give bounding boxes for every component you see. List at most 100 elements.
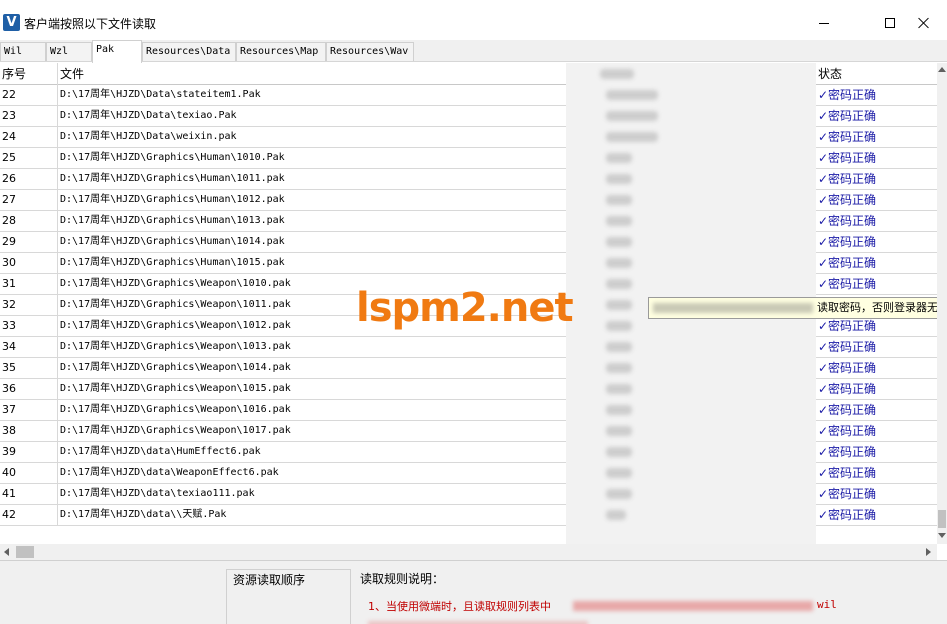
- redacted-cell: [606, 216, 632, 226]
- row-seq: 25: [0, 148, 58, 168]
- tab-wzl[interactable]: Wzl: [46, 42, 92, 61]
- redacted-cell: [606, 363, 632, 373]
- row-file: D:\17周年\HJZD\data\WeaponEffect6.pak: [60, 467, 279, 478]
- row-file: D:\17周年\HJZD\Data\stateitem1.Pak: [60, 89, 261, 100]
- redacted-cell: [606, 111, 658, 121]
- row-seq: 40: [0, 463, 58, 483]
- tab-resources-wav[interactable]: Resources\Wav: [326, 42, 414, 61]
- row-seq: 36: [0, 379, 58, 399]
- row-status: ✓密码正确: [815, 106, 937, 126]
- row-file: D:\17周年\HJZD\Graphics\Human\1010.Pak: [60, 152, 285, 163]
- redacted-cell: [606, 384, 632, 394]
- row-file: D:\17周年\HJZD\Graphics\Human\1013.pak: [60, 215, 285, 226]
- row-file: D:\17周年\HJZD\Data\weixin.pak: [60, 131, 237, 142]
- redacted-cell: [606, 426, 632, 436]
- minimize-icon: [819, 22, 829, 24]
- rule-line-1: 1、当使用微端时，且读取规则列表中: [368, 600, 551, 613]
- vertical-scrollbar[interactable]: [937, 63, 947, 544]
- row-status: ✓密码正确: [815, 253, 937, 273]
- redacted-cell: [606, 342, 632, 352]
- row-file: D:\17周年\HJZD\Graphics\Human\1012.pak: [60, 194, 285, 205]
- close-button[interactable]: [901, 6, 947, 40]
- bottom-panel: 资源读取顺序 读取规则说明： 1、当使用微端时，且读取规则列表中 wil: [0, 560, 947, 624]
- row-status: ✓密码正确: [815, 379, 937, 399]
- row-file: D:\17周年\HJZD\data\HumEffect6.pak: [60, 446, 261, 457]
- scroll-up-icon[interactable]: [938, 67, 946, 72]
- row-seq: 28: [0, 211, 58, 231]
- row-status: ✓密码正确: [815, 505, 937, 525]
- row-seq: 38: [0, 421, 58, 441]
- close-icon: [918, 17, 930, 29]
- window-title: 客户端按照以下文件读取: [24, 17, 157, 31]
- row-seq: 34: [0, 337, 58, 357]
- tab-resources-map[interactable]: Resources\Map: [236, 42, 326, 61]
- row-status: ✓密码正确: [815, 274, 937, 294]
- row-seq: 24: [0, 127, 58, 147]
- row-seq: 30: [0, 253, 58, 273]
- redacted-cell: [606, 510, 626, 520]
- minimize-button[interactable]: [801, 6, 847, 40]
- tab-wil[interactable]: Wil: [0, 42, 46, 61]
- row-seq: 35: [0, 358, 58, 378]
- row-status: ✓密码正确: [815, 400, 937, 420]
- row-status: ✓密码正确: [815, 484, 937, 504]
- row-file: D:\17周年\HJZD\Graphics\Human\1014.pak: [60, 236, 285, 247]
- tab-pak[interactable]: Pak: [92, 40, 142, 63]
- row-seq: 29: [0, 232, 58, 252]
- redacted-cell: [606, 489, 632, 499]
- horizontal-scrollbar[interactable]: [0, 544, 937, 560]
- row-file: D:\17周年\HJZD\Graphics\Weapon\1016.pak: [60, 404, 291, 415]
- row-file: D:\17周年\HJZD\Graphics\Weapon\1014.pak: [60, 362, 291, 373]
- row-status: ✓密码正确: [815, 442, 937, 462]
- row-seq: 41: [0, 484, 58, 504]
- maximize-icon: [885, 18, 895, 28]
- scroll-down-icon[interactable]: [938, 533, 946, 538]
- column-header-status[interactable]: 状态: [815, 63, 937, 85]
- redacted-cell: [606, 258, 632, 268]
- redacted-cell: [606, 447, 632, 457]
- redacted-cell: [606, 279, 632, 289]
- column-header-file[interactable]: 文件: [58, 63, 565, 85]
- tab-resources-data[interactable]: Resources\Data: [142, 42, 236, 61]
- title-bar: V 客户端按照以下文件读取: [0, 0, 947, 40]
- redacted-cell: [606, 300, 632, 310]
- redacted-header: [600, 69, 634, 79]
- row-file: D:\17周年\HJZD\Graphics\Weapon\1017.pak: [60, 425, 291, 436]
- row-seq: 31: [0, 274, 58, 294]
- redacted-cell: [606, 321, 632, 331]
- scroll-left-icon[interactable]: [4, 548, 9, 556]
- row-status: ✓密码正确: [815, 463, 937, 483]
- row-status: ✓密码正确: [815, 127, 937, 147]
- app-logo-icon: V: [3, 14, 20, 31]
- vertical-scroll-thumb[interactable]: [938, 510, 946, 528]
- redacted-cell: [606, 90, 658, 100]
- row-seq: 39: [0, 442, 58, 462]
- tooltip: 读取密码，否则登录器无法: [648, 297, 947, 319]
- redacted-cell: [606, 153, 632, 163]
- row-file: D:\17周年\HJZD\data\texiao111.pak: [60, 488, 255, 499]
- row-seq: 42: [0, 505, 58, 525]
- rules-label: 读取规则说明：: [360, 572, 445, 586]
- resource-order-box[interactable]: 资源读取顺序: [226, 569, 351, 624]
- tab-bar: Wil Wzl Pak Resources\Data Resources\Map…: [0, 40, 947, 63]
- row-seq: 26: [0, 169, 58, 189]
- row-status: ✓密码正确: [815, 148, 937, 168]
- row-seq: 23: [0, 106, 58, 126]
- row-status: ✓密码正确: [815, 211, 937, 231]
- redacted-cell: [606, 132, 658, 142]
- row-status: ✓密码正确: [815, 232, 937, 252]
- redacted-cell: [606, 237, 632, 247]
- redacted-cell: [606, 174, 632, 184]
- row-file: D:\17周年\HJZD\Graphics\Weapon\1015.pak: [60, 383, 291, 394]
- horizontal-scroll-thumb[interactable]: [16, 546, 34, 558]
- scroll-right-icon[interactable]: [926, 548, 931, 556]
- rule-redacted: [573, 601, 813, 611]
- row-seq: 22: [0, 85, 58, 105]
- tooltip-redacted: [653, 303, 813, 313]
- row-status: ✓密码正确: [815, 316, 937, 336]
- column-header-seq[interactable]: 序号: [0, 63, 58, 85]
- redacted-cell: [606, 405, 632, 415]
- row-file: D:\17周年\HJZD\Data\texiao.Pak: [60, 110, 237, 121]
- row-status: ✓密码正确: [815, 85, 937, 105]
- row-status: ✓密码正确: [815, 337, 937, 357]
